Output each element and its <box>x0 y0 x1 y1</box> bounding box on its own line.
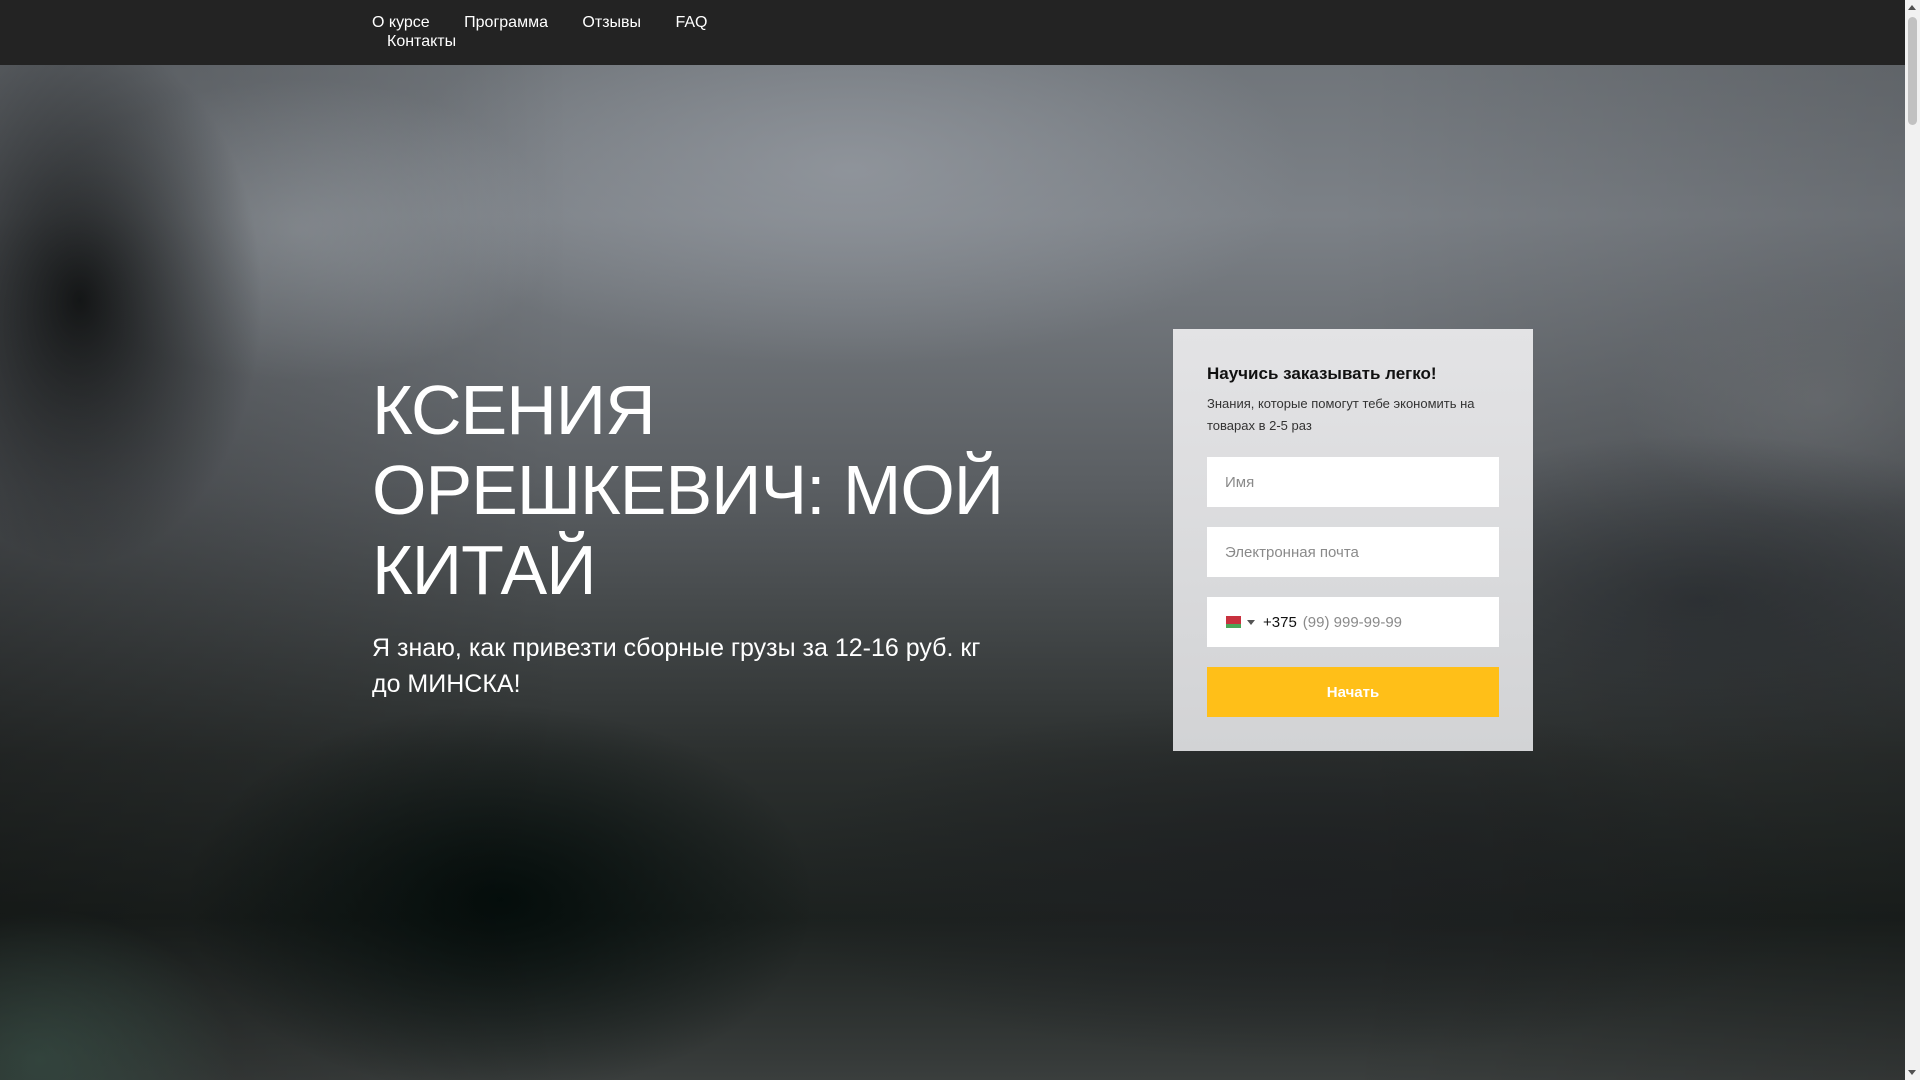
name-input[interactable] <box>1207 457 1499 507</box>
hero-subtitle: Я знаю, как привезти сборные грузы за 12… <box>372 634 981 698</box>
nav-item-contacts[interactable]: Контакты <box>387 32 456 51</box>
start-button[interactable]: Начать <box>1207 667 1499 717</box>
chevron-down-icon[interactable] <box>1247 619 1255 625</box>
nav-item-reviews[interactable]: Отзывы <box>582 13 641 32</box>
belarus-flag-icon[interactable] <box>1223 616 1241 628</box>
nav-item-program[interactable]: Программа <box>464 13 548 32</box>
nav-item-faq[interactable]: FAQ <box>675 13 707 32</box>
phone-input[interactable] <box>1302 613 1483 631</box>
form-description: Знания, которые помогут тебе экономить н… <box>1207 396 1475 433</box>
scroll-up-arrow-icon[interactable] <box>1908 5 1916 10</box>
hero-title: КСЕНИЯ ОРЕШКЕВИЧ: МОЙ КИТАЙ <box>372 371 1004 609</box>
top-navigation-bar: О курсе Программа Отзывы FAQ Контакты <box>0 0 1905 65</box>
email-input[interactable] <box>1207 527 1499 577</box>
scrollbar-thumb[interactable] <box>1908 17 1917 125</box>
signup-form: Научись заказывать легко! Знания, которы… <box>1173 329 1533 751</box>
phone-country-code: +375 <box>1263 613 1297 631</box>
phone-field[interactable]: +375 <box>1207 597 1499 647</box>
page-scrollbar[interactable] <box>1905 0 1920 1080</box>
scroll-down-arrow-icon[interactable] <box>1908 1070 1916 1075</box>
form-title: Научись заказывать легко! <box>1207 364 1437 383</box>
main-nav: О курсе Программа Отзывы FAQ Контакты <box>372 13 752 51</box>
nav-item-about[interactable]: О курсе <box>372 13 430 32</box>
